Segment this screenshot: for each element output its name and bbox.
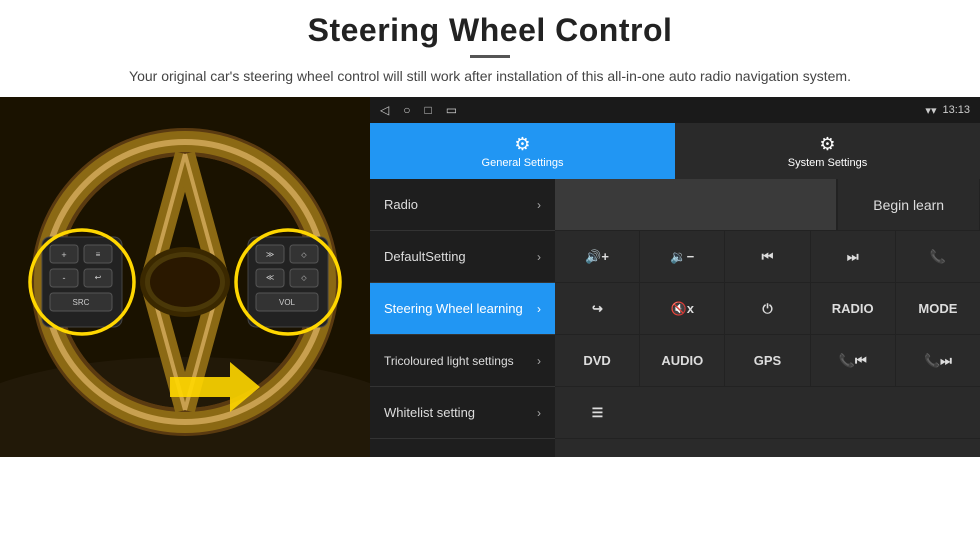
phone-button[interactable]: 📞 [896,231,980,282]
steering-wheel-image: + ≡ - ↩ SRC ≫ ◇ ≪ ◇ VOL [0,97,370,457]
row-menu: ☰ [555,387,980,439]
learn-input-field[interactable] [555,179,837,230]
row-begin-learn: Begin learn [555,179,980,231]
row-volume: 🔊+ 🔉− ⏮ ⏭ 📞 [555,231,980,283]
recents-nav-icon[interactable]: □ [424,103,431,117]
begin-learn-button[interactable]: Begin learn [837,179,980,230]
time-display: 13:13 [942,104,970,116]
hangup-button[interactable]: ↩ [555,283,640,334]
mute-icon: 🔇x [671,301,694,317]
right-controls: Begin learn 🔊+ 🔉− ⏮ ⏭ [555,179,980,457]
tel-prev-button[interactable]: 📞⏮ [811,335,896,386]
power-button[interactable]: ⏻ [725,283,810,334]
row-hangup: ↩ 🔇x ⏻ RADIO MODE [555,283,980,335]
top-section: Steering Wheel Control Your original car… [0,0,980,97]
svg-text:↩: ↩ [95,273,102,282]
hangup-icon: ↩ [592,301,603,317]
left-menu: Radio › DefaultSetting › Steering Wheel … [370,179,555,457]
chevron-icon: › [537,302,541,316]
screen-nav-icon[interactable]: ▭ [446,103,457,117]
gps-button[interactable]: GPS [725,335,810,386]
svg-text:VOL: VOL [279,298,296,307]
tel-prev-icon: 📞⏮ [839,353,867,369]
menu-icon: ☰ [592,405,604,421]
svg-text:≡: ≡ [96,250,101,259]
next-button[interactable]: ⏭ [811,231,896,282]
prev-button[interactable]: ⏮ [725,231,810,282]
default-label: DefaultSetting [384,249,537,264]
svg-text:SRC: SRC [73,298,90,307]
back-nav-icon[interactable]: ◁ [380,103,389,117]
row-dvd: DVD AUDIO GPS 📞⏮ 📞⏭ [555,335,980,387]
menu-item-steering[interactable]: Steering Wheel learning › [370,283,555,335]
gps-icon: GPS [754,353,781,368]
prev-icon: ⏮ [762,249,774,265]
page-title: Steering Wheel Control [40,12,940,49]
phone-icon: 📞 [930,249,946,265]
svg-text:≫: ≫ [266,250,274,259]
tel-next-button[interactable]: 📞⏭ [896,335,980,386]
vol-up-icon: 🔊+ [585,249,609,265]
dvd-button[interactable]: DVD [555,335,640,386]
subtitle: Your original car's steering wheel contr… [40,66,940,87]
mode-icon: MODE [918,301,957,316]
signal-icon: ▾▾ [925,104,936,117]
mute-button[interactable]: 🔇x [640,283,725,334]
chevron-icon: › [537,250,541,264]
menu-item-radio[interactable]: Radio › [370,179,555,231]
svg-text:◇: ◇ [301,252,307,259]
vol-down-icon: 🔉− [670,249,694,265]
audio-button[interactable]: AUDIO [640,335,725,386]
mode-button[interactable]: MODE [896,283,980,334]
home-nav-icon[interactable]: ○ [403,103,410,117]
status-indicators: ▾▾ 13:13 [925,104,970,117]
radio-button[interactable]: RADIO [811,283,896,334]
general-settings-icon: ⚙ [514,134,530,155]
menu-item-tricoloured[interactable]: Tricoloured light settings › [370,335,555,387]
status-bar: ◁ ○ □ ▭ ▾▾ 13:13 [370,97,980,123]
title-divider [470,55,510,58]
menu-button[interactable]: ☰ [555,387,640,438]
audio-icon: AUDIO [661,353,703,368]
device-area: ◁ ○ □ ▭ ▾▾ 13:13 ⚙ General Settings ⚙ Sy… [370,97,980,457]
tab-system[interactable]: ⚙ System Settings [675,123,980,179]
tricoloured-label: Tricoloured light settings [384,354,537,368]
radio-icon: RADIO [832,301,874,316]
power-icon: ⏻ [762,301,772,317]
menu-item-whitelist[interactable]: Whitelist setting › [370,387,555,439]
chevron-icon: › [537,198,541,212]
tel-next-icon: 📞⏭ [924,353,952,369]
general-tab-label: General Settings [482,157,564,169]
vol-down-button[interactable]: 🔉− [640,231,725,282]
system-settings-icon: ⚙ [819,134,835,155]
tab-general[interactable]: ⚙ General Settings [370,123,675,179]
nav-icons: ◁ ○ □ ▭ [380,103,457,117]
menu-item-default[interactable]: DefaultSetting › [370,231,555,283]
chevron-icon: › [537,354,541,368]
svg-text:◇: ◇ [301,275,307,282]
whitelist-label: Whitelist setting [384,405,537,420]
content-area: + ≡ - ↩ SRC ≫ ◇ ≪ ◇ VOL [0,97,980,457]
chevron-icon: › [537,406,541,420]
svg-text:-: - [63,273,66,283]
svg-text:≪: ≪ [266,273,274,282]
radio-label: Radio [384,197,537,212]
svg-text:+: + [61,250,66,260]
next-icon: ⏭ [847,249,859,265]
steering-label: Steering Wheel learning [384,301,537,316]
begin-learn-label: Begin learn [873,197,944,213]
tab-bar: ⚙ General Settings ⚙ System Settings [370,123,980,179]
vol-up-button[interactable]: 🔊+ [555,231,640,282]
main-panel: Radio › DefaultSetting › Steering Wheel … [370,179,980,457]
system-tab-label: System Settings [788,157,867,169]
dvd-icon: DVD [583,353,610,368]
